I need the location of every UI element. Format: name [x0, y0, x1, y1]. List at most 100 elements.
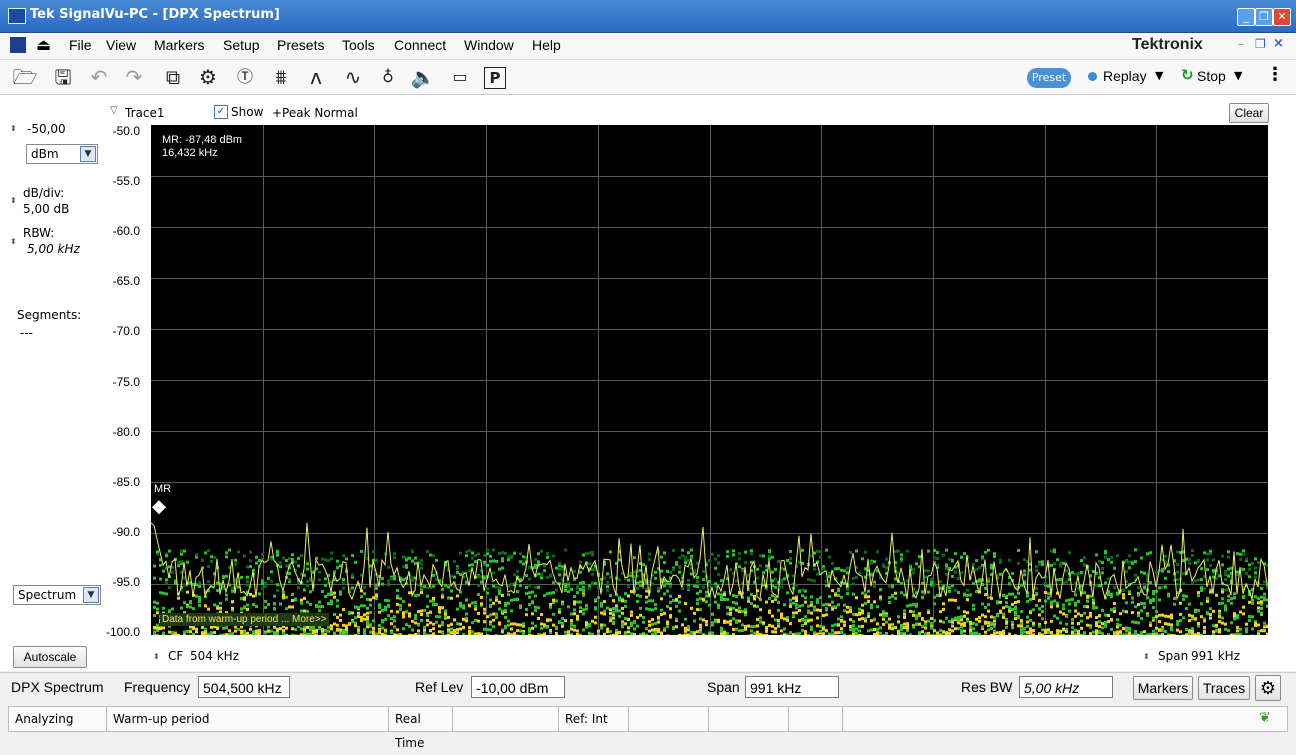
dpx-density-pixel	[462, 626, 465, 629]
dpx-density-pixel	[231, 632, 234, 635]
dpx-density-pixel	[1065, 569, 1068, 572]
windows-icon[interactable]: ⧉	[160, 65, 186, 89]
dpx-density-pixel	[1110, 628, 1113, 631]
menu-setup[interactable]: Setup	[223, 37, 260, 53]
y-tick-label: -60.0	[98, 224, 140, 238]
dpx-density-pixel	[1035, 569, 1038, 572]
dpx-density-pixel	[1050, 620, 1053, 623]
trigger-icon[interactable]: Ⓣ	[232, 65, 258, 89]
dpx-density-pixel	[954, 599, 957, 602]
settings-gear-icon[interactable]: ⚙	[1255, 675, 1281, 701]
menu-tools[interactable]: Tools	[342, 37, 375, 53]
dbdiv-value[interactable]: 5,00 dB	[23, 202, 69, 216]
trace-average-icon[interactable]: ∿	[340, 65, 366, 89]
dbdiv-spin-icon[interactable]: ⬍	[10, 196, 17, 205]
cf-value[interactable]: 504 kHz	[190, 649, 239, 663]
span-input[interactable]: 991 kHz	[745, 676, 839, 698]
replay-button[interactable]: Replay	[1103, 68, 1147, 84]
warmup-notice-link[interactable]: Data from warm-up period ... More>>	[160, 613, 329, 626]
dpx-density-pixel	[261, 582, 264, 585]
noise-marker-icon[interactable]: ♁	[375, 65, 401, 89]
menu-markers[interactable]: Markers	[154, 37, 205, 53]
dpx-spectrum-plot[interactable]: MR: -87,48 dBm 16,432 kHz MR Data from w…	[151, 125, 1268, 635]
dpx-density-pixel	[1032, 622, 1035, 625]
cf-spin-icon[interactable]: ⬍	[153, 652, 160, 661]
dpx-density-pixel	[786, 616, 789, 619]
dpx-density-pixel	[948, 586, 951, 589]
dpx-density-pixel	[474, 608, 477, 611]
dpx-density-pixel	[1263, 580, 1266, 583]
traces-button[interactable]: Traces	[1198, 676, 1250, 700]
mdi-minimize-icon[interactable]: –	[1238, 37, 1244, 51]
resbw-input[interactable]: 5,00 kHz	[1019, 676, 1113, 698]
minimize-button[interactable]: _	[1237, 8, 1255, 26]
trace-peak-icon[interactable]: ᴧ	[303, 65, 329, 89]
show-checkbox[interactable]: ✓	[214, 105, 228, 119]
video-camera-icon[interactable]: ▭	[447, 65, 473, 89]
preset-button[interactable]: Preset	[1027, 68, 1071, 88]
dpx-density-pixel	[1266, 584, 1268, 587]
ref-spin-icon[interactable]: ⬍	[10, 124, 17, 133]
dpx-density-pixel	[369, 604, 372, 607]
menu-presets[interactable]: Presets	[277, 37, 324, 53]
dpx-density-pixel	[1155, 627, 1158, 630]
menu-help[interactable]: Help	[532, 37, 561, 53]
menu-window[interactable]: Window	[464, 37, 514, 53]
trace-name[interactable]: Trace1	[125, 106, 164, 120]
mdi-restore-icon[interactable]: ❐	[1255, 37, 1266, 51]
reflev-input[interactable]: -10,00 dBm	[471, 676, 565, 698]
dpx-density-pixel	[414, 562, 417, 565]
markers-button[interactable]: Markers	[1133, 676, 1193, 700]
acquire-icon[interactable]: ⩩	[268, 65, 294, 89]
dpx-density-pixel	[1122, 593, 1125, 596]
close-button[interactable]: ✕	[1273, 8, 1291, 26]
span-spin-icon[interactable]: ⬍	[1143, 652, 1150, 661]
detector-label[interactable]: +Peak Normal	[272, 106, 358, 120]
stop-chevron-down-icon[interactable]: ▼	[1234, 69, 1242, 82]
display-mode-select[interactable]: Spectrum ▼	[13, 585, 101, 605]
dpx-density-pixel	[216, 627, 219, 630]
preset-p-icon[interactable]: P	[484, 67, 506, 89]
dpx-density-pixel	[954, 589, 957, 592]
dpx-density-pixel	[1056, 578, 1059, 581]
unit-select[interactable]: dBm ▼	[26, 144, 98, 164]
dpx-density-pixel	[210, 634, 213, 635]
undo-icon[interactable]: ↶	[86, 65, 112, 89]
eject-icon[interactable]: ⏏	[36, 35, 51, 54]
mdi-close-icon[interactable]: ×	[1273, 36, 1284, 51]
dpx-density-pixel	[201, 626, 204, 629]
menu-view[interactable]: View	[106, 37, 136, 53]
dpx-density-pixel	[657, 590, 660, 593]
trace-dropdown-icon[interactable]: ▽	[110, 105, 118, 116]
doc-icon[interactable]	[10, 37, 26, 53]
frequency-input[interactable]: 504,500 kHz	[198, 676, 290, 698]
replay-chevron-down-icon[interactable]: ▼	[1155, 69, 1163, 82]
menu-file[interactable]: File	[69, 37, 92, 53]
settings-gear-icon[interactable]: ⚙	[195, 65, 221, 89]
dpx-density-pixel	[1230, 634, 1233, 636]
span-value[interactable]: 991 kHz	[1191, 649, 1240, 663]
autoscale-button[interactable]: Autoscale	[13, 646, 87, 668]
dpx-density-pixel	[636, 625, 639, 628]
dpx-density-pixel	[714, 585, 717, 588]
audio-icon[interactable]: 🔈	[410, 65, 436, 89]
save-icon[interactable]: 🖫	[50, 65, 76, 89]
dpx-density-pixel	[1206, 600, 1209, 603]
more-vertical-icon[interactable]: ⋮	[1266, 64, 1284, 85]
redo-icon[interactable]: ↷	[121, 65, 147, 89]
clear-button[interactable]: Clear	[1229, 103, 1269, 123]
restore-button[interactable]: ❐	[1255, 8, 1273, 26]
rbw-spin-icon[interactable]: ⬍	[10, 237, 17, 246]
stop-button[interactable]: Stop	[1197, 68, 1226, 84]
rbw-value[interactable]: 5,00 kHz	[27, 242, 80, 256]
dpx-density-pixel	[765, 634, 768, 635]
dpx-density-pixel	[540, 634, 543, 635]
dpx-density-pixel	[810, 626, 813, 629]
dpx-density-pixel	[690, 549, 693, 552]
dpx-density-pixel	[1047, 592, 1050, 595]
marker-diamond[interactable]	[152, 500, 166, 514]
menu-connect[interactable]: Connect	[394, 37, 446, 53]
dpx-density-pixel	[756, 631, 759, 634]
open-folder-icon[interactable]: 🗁	[12, 65, 38, 89]
ref-level-value[interactable]: -50,00	[27, 122, 66, 136]
